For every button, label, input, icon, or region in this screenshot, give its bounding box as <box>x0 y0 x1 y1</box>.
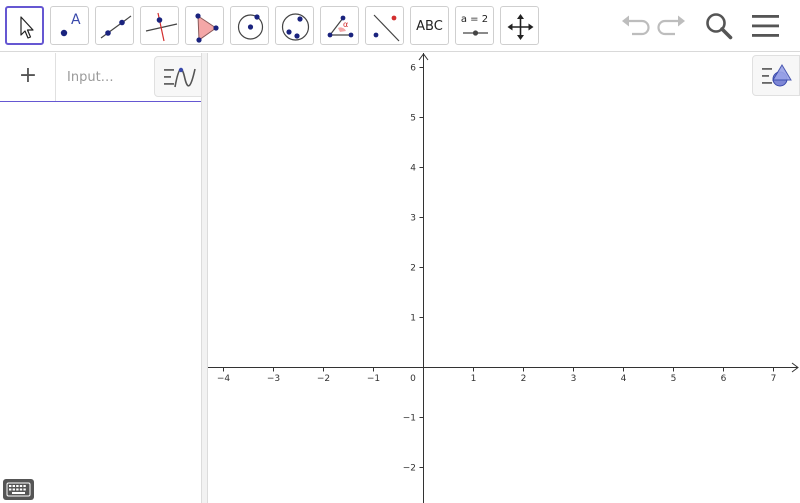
add-item-label: + <box>18 63 38 88</box>
x-tick-label: 1 <box>471 374 477 384</box>
x-tick-label: 4 <box>621 374 627 384</box>
text-tool-label: ABC <box>416 19 443 34</box>
algebra-style-icon <box>164 67 196 88</box>
angle-tool[interactable]: α <box>320 6 359 45</box>
toolbar: A α ABC a = 2 <box>0 0 800 52</box>
y-tick-label: 6 <box>410 64 416 74</box>
algebra-view: + <box>0 53 202 503</box>
hamburger-menu-icon <box>752 15 779 37</box>
move-tool[interactable] <box>5 6 44 45</box>
graphics-style-button[interactable] <box>752 55 800 96</box>
virtual-keyboard-button[interactable] <box>3 479 34 500</box>
x-tick-label: −3 <box>267 374 280 384</box>
search-icon <box>706 13 733 40</box>
x-tick-label: −2 <box>317 374 330 384</box>
graphics-view[interactable]: −4 −3 −2 −1 0 1 2 3 4 5 6 7 6 5 4 3 2 1 <box>208 53 800 503</box>
circle-three-points-tool[interactable] <box>275 6 314 45</box>
y-tick-label: 3 <box>410 214 416 224</box>
line-tool[interactable] <box>95 6 134 45</box>
circle-center-point-icon <box>237 14 264 40</box>
graphics-style-icon <box>762 64 792 87</box>
move-graphics-tool[interactable] <box>500 6 539 45</box>
x-tick-label: 6 <box>721 374 727 384</box>
move-graphics-view-icon <box>507 14 534 40</box>
coordinate-axes: −4 −3 −2 −1 0 1 2 3 4 5 6 7 6 5 4 3 2 1 <box>208 53 799 503</box>
line-through-two-points-icon <box>100 15 132 39</box>
perpendicular-line-icon <box>145 12 178 42</box>
add-item-button[interactable]: + <box>0 53 56 101</box>
algebra-input-row: + <box>0 53 202 102</box>
x-tick-label: 2 <box>521 374 527 384</box>
search-button[interactable] <box>700 8 736 44</box>
keyboard-icon <box>6 482 31 497</box>
circle-three-points-icon <box>281 13 310 41</box>
reflect-tool[interactable] <box>365 6 404 45</box>
view-splitter[interactable] <box>201 53 208 503</box>
undo-icon <box>622 15 650 36</box>
x-axis-ticks <box>223 367 774 372</box>
point-label: A <box>71 12 81 28</box>
circle-tool[interactable] <box>230 6 269 45</box>
y-tick-label: −2 <box>403 464 416 474</box>
y-tick-label: −1 <box>403 414 416 424</box>
x-tick-label: 7 <box>771 374 777 384</box>
slider-icon <box>463 30 488 36</box>
x-tick-label: 5 <box>671 374 677 384</box>
redo-icon <box>657 15 685 36</box>
y-axis-ticks <box>419 67 424 468</box>
reflect-about-line-icon <box>373 14 400 42</box>
text-tool[interactable]: ABC <box>410 6 449 45</box>
algebra-style-button[interactable] <box>154 56 202 97</box>
angle-label: α <box>343 20 349 29</box>
polygon-icon <box>195 13 219 43</box>
angle-icon <box>327 15 354 38</box>
redo-button[interactable] <box>654 8 690 44</box>
x-tick-label: −1 <box>367 374 380 384</box>
x-tick-label: −4 <box>217 374 231 384</box>
undo-button[interactable] <box>617 8 653 44</box>
slider-tool[interactable]: a = 2 <box>455 6 494 45</box>
y-tick-label: 1 <box>410 314 416 324</box>
y-tick-label: 5 <box>410 114 416 124</box>
perpendicular-line-tool[interactable] <box>140 6 179 45</box>
y-tick-label: 4 <box>410 164 416 174</box>
point-tool[interactable]: A <box>50 6 89 45</box>
x-tick-label: 3 <box>571 374 577 384</box>
main-menu-button[interactable] <box>748 8 784 44</box>
arrow-pointer-icon <box>20 16 34 39</box>
origin-label: 0 <box>410 374 416 384</box>
algebra-input[interactable] <box>60 63 150 91</box>
polygon-tool[interactable] <box>185 6 224 45</box>
geogebra-app: A α ABC a = 2 + Input… −4 −3 −2 −1 0 1 2… <box>0 0 800 503</box>
y-tick-label: 2 <box>410 264 416 274</box>
